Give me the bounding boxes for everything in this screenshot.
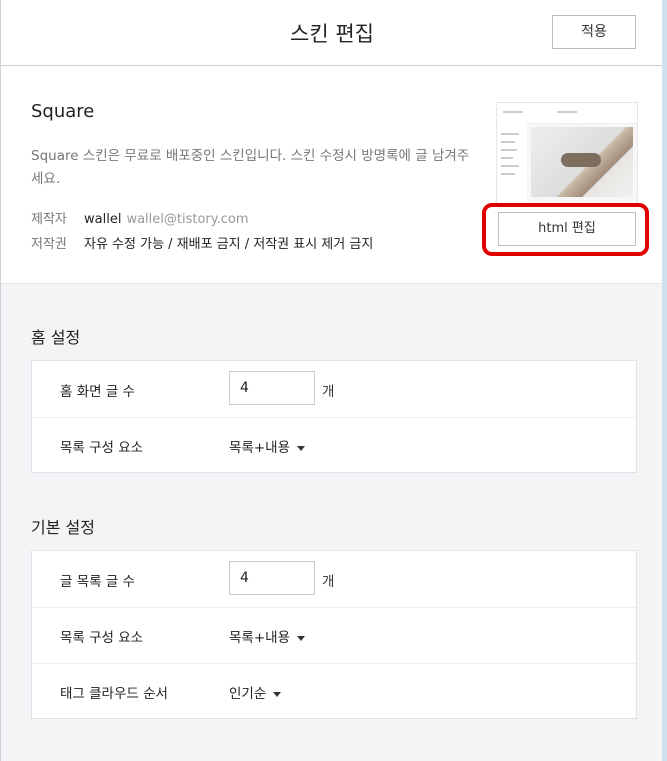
home-post-count-row: 홈 화면 글 수 4 개 xyxy=(32,361,636,418)
tag-cloud-select[interactable]: 인기순 xyxy=(229,682,282,702)
home-settings-title: 홈 설정 xyxy=(31,328,81,347)
license-row: 저작권 자유 수정 가능 / 재배포 금지 / 저작권 표시 제거 금지 xyxy=(31,233,373,252)
tag-cloud-value: 인기순 xyxy=(229,686,267,702)
skin-thumbnail xyxy=(496,102,638,204)
license-text: 자유 수정 가능 / 재배포 금지 / 저작권 표시 제거 금지 xyxy=(84,237,374,252)
thumbnail-line xyxy=(501,133,519,135)
thumbnail-line xyxy=(501,173,515,175)
license-label: 저작권 xyxy=(31,237,67,252)
home-post-count-input[interactable]: 4 xyxy=(229,371,315,405)
home-post-count-label: 홈 화면 글 수 xyxy=(60,384,135,400)
basic-settings-panel: 글 목록 글 수 4 개 목록 구성 요소 목록+내용 태그 클라우드 순서 인… xyxy=(31,550,637,719)
tag-cloud-row: 태그 클라우드 순서 인기순 xyxy=(32,663,636,719)
right-rail xyxy=(662,0,667,761)
list-count-input[interactable]: 4 xyxy=(229,561,315,595)
list-count-row: 글 목록 글 수 4 개 xyxy=(32,551,636,608)
basic-list-components-select[interactable]: 목록+내용 xyxy=(229,626,305,646)
home-post-count-unit: 개 xyxy=(322,384,335,400)
home-list-components-select[interactable]: 목록+내용 xyxy=(229,436,305,456)
skin-name: Square xyxy=(31,101,95,122)
thumbnail-sidebar xyxy=(497,123,527,203)
home-list-components-value: 목록+내용 xyxy=(229,440,290,456)
basic-settings-title: 기본 설정 xyxy=(31,518,95,537)
tag-cloud-label: 태그 클라우드 순서 xyxy=(60,686,168,702)
home-list-components-row: 목록 구성 요소 목록+내용 xyxy=(32,417,636,473)
thumbnail-topbar xyxy=(497,103,637,124)
skin-description: Square 스킨은 무료로 배포중인 스킨입니다. 스킨 수정시 방명록에 글… xyxy=(31,148,470,187)
basic-list-components-label: 목록 구성 요소 xyxy=(60,630,144,646)
thumbnail-line xyxy=(501,157,513,159)
thumbnail-line xyxy=(501,141,515,143)
home-settings-panel: 홈 화면 글 수 4 개 목록 구성 요소 목록+내용 xyxy=(31,360,637,473)
author-label: 제작자 xyxy=(31,212,67,227)
caret-down-icon xyxy=(297,445,305,451)
skin-info: Square Square 스킨은 무료로 배포중인 스킨입니다. 스킨 수정시… xyxy=(1,66,663,284)
basic-list-components-row: 목록 구성 요소 목록+내용 xyxy=(32,607,636,664)
cat-image xyxy=(561,153,601,167)
header: 스킨 편집 적용 xyxy=(1,0,663,66)
thumbnail-line xyxy=(503,111,523,113)
thumbnail-line xyxy=(557,111,577,113)
skin-edit-panel: 스킨 편집 적용 Square Square 스킨은 무료로 배포중인 스킨입니… xyxy=(0,0,663,761)
author-name: wallel xyxy=(84,212,122,227)
highlight-annotation xyxy=(482,203,649,256)
home-list-components-label: 목록 구성 요소 xyxy=(60,440,144,456)
author-row: 제작자 wallel wallel@tistory.com xyxy=(31,208,248,227)
caret-down-icon xyxy=(273,691,282,697)
list-count-label: 글 목록 글 수 xyxy=(60,574,135,590)
thumbnail-line xyxy=(501,149,517,151)
list-count-unit: 개 xyxy=(322,574,335,590)
apply-button[interactable]: 적용 xyxy=(552,15,636,49)
caret-down-icon xyxy=(297,635,305,641)
thumbnail-line xyxy=(501,165,519,167)
author-email: wallel@tistory.com xyxy=(126,212,249,227)
basic-list-components-value: 목록+내용 xyxy=(229,630,290,646)
